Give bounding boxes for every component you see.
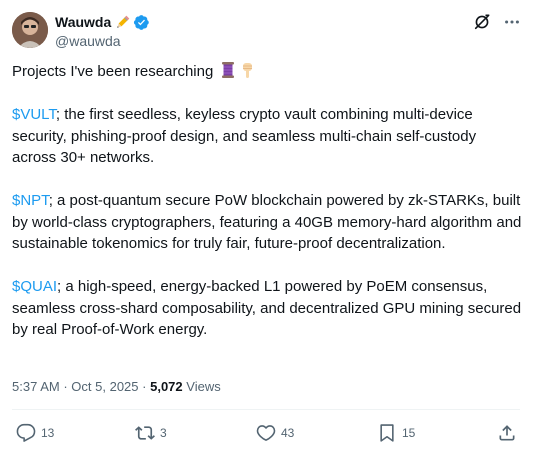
tweet-text: Projects I've been researching $VULT; th…: [12, 61, 524, 341]
author-avatar[interactable]: [12, 12, 48, 48]
bookmark-button[interactable]: 15: [377, 420, 415, 446]
share-button[interactable]: [497, 420, 517, 446]
reply-count: 13: [41, 426, 55, 440]
meta-separator: ·: [63, 379, 68, 394]
like-count: 43: [281, 426, 295, 440]
grok-icon[interactable]: [472, 12, 492, 32]
author-display-name[interactable]: Wauwda: [55, 12, 111, 32]
verified-badge-icon[interactable]: [133, 14, 150, 31]
tweet-paragraph-vult: $VULT; the first seedless, keyless crypt…: [12, 104, 524, 169]
cashtag-vult-link[interactable]: $VULT: [12, 106, 56, 123]
tweet-intro-text: Projects I've been researching: [12, 63, 214, 80]
views-label: Views: [186, 379, 221, 394]
divider: [12, 409, 520, 410]
more-dots-icon[interactable]: [502, 12, 522, 32]
bookmark-icon: [377, 423, 397, 443]
tweet-time[interactable]: 5:37 AM: [12, 379, 60, 394]
author-names: Wauwda @wauwda: [55, 12, 150, 50]
tweet-date[interactable]: Oct 5, 2025: [71, 379, 138, 394]
tweet-meta: 5:37 AM · Oct 5, 2025 · 5,072 Views: [12, 378, 221, 396]
like-button[interactable]: 43: [256, 420, 294, 446]
tweet-card: Wauwda @wauwda Projects I've been resear…: [0, 0, 534, 452]
repost-button[interactable]: 3: [135, 420, 167, 446]
meta-separator-2: ·: [142, 379, 147, 394]
thread-spool-emoji-icon: [219, 61, 237, 79]
heart-icon: [256, 423, 276, 443]
pointing-down-emoji-icon: [239, 61, 257, 79]
paragraph-quai-text: ; a high-speed, energy-backed L1 powered…: [12, 278, 522, 338]
bookmark-count: 15: [402, 426, 416, 440]
tweet-paragraph-npt: $NPT; a post-quantum secure PoW blockcha…: [12, 190, 524, 255]
share-icon: [497, 423, 517, 443]
paragraph-vult-text: ; the first seedless, keyless crypto vau…: [12, 106, 477, 166]
repost-icon: [135, 423, 155, 443]
tweet-header: Wauwda @wauwda: [12, 12, 522, 50]
paragraph-npt-text: ; a post-quantum secure PoW blockchain p…: [12, 192, 522, 252]
repost-count: 3: [160, 426, 167, 440]
pencil-emoji-icon: [114, 14, 131, 31]
author-handle[interactable]: @wauwda: [55, 32, 150, 50]
tweet-intro: Projects I've been researching: [12, 61, 524, 83]
cashtag-npt-link[interactable]: $NPT: [12, 192, 49, 209]
reply-button[interactable]: 13: [16, 420, 54, 446]
cashtag-quai-link[interactable]: $QUAI: [12, 278, 57, 295]
views-count: 5,072: [150, 379, 183, 394]
action-bar: 13 3 43 15: [0, 420, 534, 446]
display-name-row: Wauwda: [55, 12, 150, 32]
reply-icon: [16, 423, 36, 443]
header-actions: [472, 12, 522, 32]
tweet-paragraph-quai: $QUAI; a high-speed, energy-backed L1 po…: [12, 276, 524, 341]
